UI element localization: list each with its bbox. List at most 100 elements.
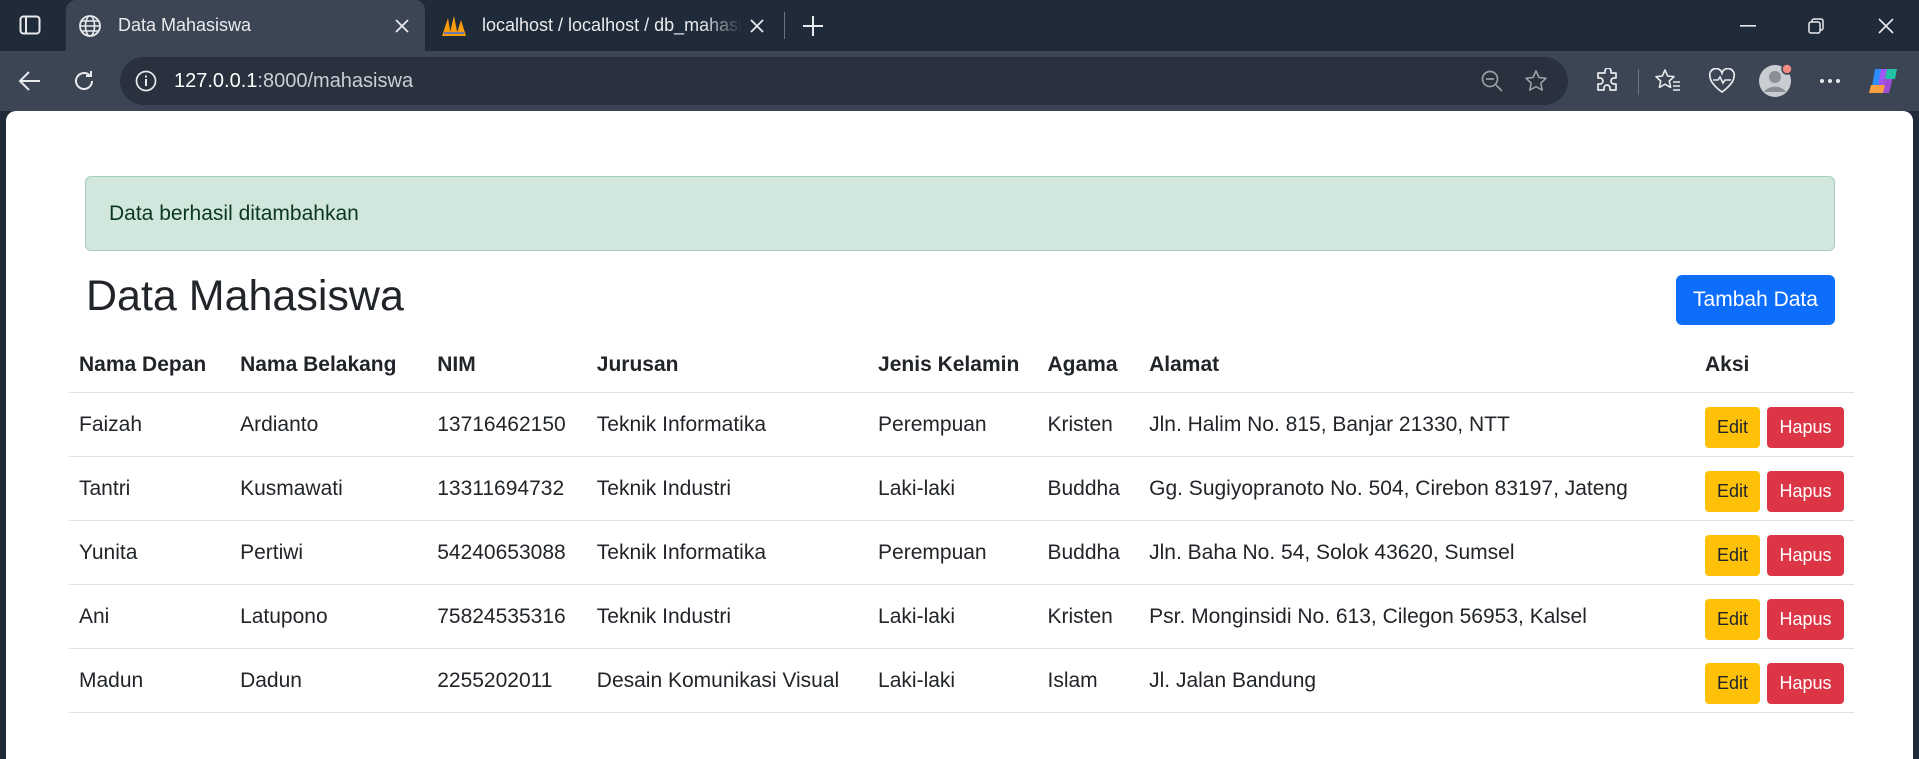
cell-nama-depan: Faizah (69, 392, 231, 457)
cell-nim: 75824535316 (427, 584, 587, 649)
cell-alamat: Psr. Monginsidi No. 613, Cilegon 56953, … (1139, 584, 1695, 649)
col-nim: NIM (427, 337, 587, 393)
edit-button[interactable]: Edit (1705, 407, 1760, 448)
cell-nim: 2255202011 (427, 648, 587, 713)
cell-nama-belakang: Dadun (230, 648, 428, 713)
cell-agama: Buddha (1037, 456, 1140, 521)
cell-nama-belakang: Ardianto (230, 392, 428, 457)
browser-essentials-icon[interactable] (1704, 63, 1740, 99)
table-row: Yunita Pertiwi 54240653088 Teknik Inform… (69, 520, 1854, 585)
table-row: Madun Dadun 2255202011 Desain Komunikasi… (69, 648, 1854, 713)
globe-icon (76, 12, 104, 40)
reload-icon[interactable] (66, 63, 102, 99)
cell-aksi: Edit Hapus (1695, 392, 1854, 457)
table-row: Tantri Kusmawati 13311694732 Teknik Indu… (69, 456, 1854, 521)
add-data-button[interactable]: Tambah Data (1676, 275, 1835, 325)
extensions-icon[interactable] (1590, 63, 1626, 99)
cell-nim: 54240653088 (427, 520, 587, 585)
alert-text: Data berhasil ditambahkan (109, 201, 359, 225)
cell-alamat: Jl. Jalan Bandung (1139, 648, 1695, 713)
cell-nama-depan: Tantri (69, 456, 231, 521)
edit-button[interactable]: Edit (1705, 471, 1760, 512)
cell-nim: 13716462150 (427, 392, 587, 457)
tab-title: Data Mahasiswa (118, 15, 252, 35)
page-viewport: Data berhasil ditambahkan Data Mahasiswa… (6, 111, 1913, 759)
cell-nama-belakang: Pertiwi (230, 520, 428, 585)
mahasiswa-table: Nama Depan Nama Belakang NIM Jurusan Jen… (69, 337, 1854, 713)
browser-toolbar: 127.0.0.1:8000/mahasiswa (0, 51, 1919, 111)
col-jurusan: Jurusan (586, 337, 869, 393)
url-path: :8000/mahasiswa (257, 69, 414, 92)
cell-alamat: Gg. Sugiyopranoto No. 504, Cirebon 83197… (1139, 456, 1695, 521)
tab-actions-icon[interactable] (14, 11, 46, 39)
cell-nama-depan: Yunita (69, 520, 231, 585)
cell-jurusan: Teknik Industri (586, 584, 869, 649)
delete-button[interactable]: Hapus (1767, 407, 1844, 448)
col-aksi: Aksi (1695, 337, 1854, 393)
cell-jenis-kelamin: Laki-laki (868, 456, 1038, 521)
zoom-out-icon[interactable] (1474, 63, 1510, 99)
minimize-icon[interactable] (1718, 0, 1778, 51)
site-info-icon[interactable] (132, 67, 160, 95)
cell-jenis-kelamin: Perempuan (868, 520, 1038, 585)
back-arrow-icon[interactable] (12, 63, 48, 99)
delete-button[interactable]: Hapus (1767, 599, 1844, 640)
col-alamat: Alamat (1139, 337, 1695, 393)
cell-agama: Kristen (1037, 392, 1140, 457)
phpmyadmin-icon (440, 12, 468, 40)
edit-button[interactable]: Edit (1705, 599, 1760, 640)
favorites-icon[interactable] (1650, 63, 1686, 99)
cell-jurusan: Teknik Industri (586, 456, 869, 521)
cell-jurusan: Teknik Informatika (586, 392, 869, 457)
profile-avatar-icon[interactable] (1758, 63, 1794, 99)
edit-button[interactable]: Edit (1705, 535, 1760, 576)
page-title: Data Mahasiswa (86, 272, 404, 320)
cell-jenis-kelamin: Laki-laki (868, 584, 1038, 649)
cell-agama: Islam (1037, 648, 1140, 713)
table-header-row: Nama Depan Nama Belakang NIM Jurusan Jen… (69, 337, 1854, 393)
toolbar-separator (1638, 69, 1639, 95)
tab-data-mahasiswa[interactable]: Data Mahasiswa (66, 0, 425, 51)
cell-nama-belakang: Kusmawati (230, 456, 428, 521)
cell-aksi: Edit Hapus (1695, 584, 1854, 649)
cell-agama: Kristen (1037, 584, 1140, 649)
cell-nama-depan: Ani (69, 584, 231, 649)
cell-nama-belakang: Latupono (230, 584, 428, 649)
delete-button[interactable]: Hapus (1767, 535, 1844, 576)
cell-aksi: Edit Hapus (1695, 520, 1854, 585)
col-nama-depan: Nama Depan (69, 337, 231, 393)
new-tab-icon[interactable] (796, 9, 830, 43)
cell-jurusan: Desain Komunikasi Visual (586, 648, 869, 713)
url-host: 127.0.0.1 (174, 69, 258, 92)
delete-button[interactable]: Hapus (1767, 663, 1844, 704)
restore-icon[interactable] (1786, 0, 1846, 51)
col-agama: Agama (1037, 337, 1140, 393)
cell-nim: 13311694732 (427, 456, 587, 521)
cell-nama-depan: Madun (69, 648, 231, 713)
copilot-icon[interactable] (1866, 63, 1902, 99)
tab-separator (784, 12, 785, 39)
url-text[interactable]: 127.0.0.1:8000/mahasiswa (174, 70, 1474, 93)
table-row: Ani Latupono 75824535316 Teknik Industri… (69, 584, 1854, 649)
close-window-icon[interactable] (1856, 0, 1916, 51)
delete-button[interactable]: Hapus (1767, 471, 1844, 512)
tab-title: localhost / localhost / db_mahasiswa (482, 15, 742, 35)
more-menu-icon[interactable] (1812, 63, 1848, 99)
cell-jurusan: Teknik Informatika (586, 520, 869, 585)
cell-agama: Buddha (1037, 520, 1140, 585)
cell-jenis-kelamin: Laki-laki (868, 648, 1038, 713)
cell-aksi: Edit Hapus (1695, 456, 1854, 521)
favorite-star-icon[interactable] (1518, 63, 1554, 99)
browser-tab-bar: Data Mahasiswa localhost / localhost / d… (0, 0, 1919, 51)
col-nama-belakang: Nama Belakang (230, 337, 428, 393)
tab-phpmyadmin[interactable]: localhost / localhost / db_mahasiswa (430, 0, 780, 51)
table-row: Faizah Ardianto 13716462150 Teknik Infor… (69, 392, 1854, 457)
address-bar[interactable]: 127.0.0.1:8000/mahasiswa (120, 57, 1568, 105)
cell-aksi: Edit Hapus (1695, 648, 1854, 713)
close-tab-icon[interactable] (387, 11, 417, 41)
cell-jenis-kelamin: Perempuan (868, 392, 1038, 457)
close-tab-icon[interactable] (742, 11, 772, 41)
edit-button[interactable]: Edit (1705, 663, 1760, 704)
cell-alamat: Jln. Baha No. 54, Solok 43620, Sumsel (1139, 520, 1695, 585)
cell-alamat: Jln. Halim No. 815, Banjar 21330, NTT (1139, 392, 1695, 457)
